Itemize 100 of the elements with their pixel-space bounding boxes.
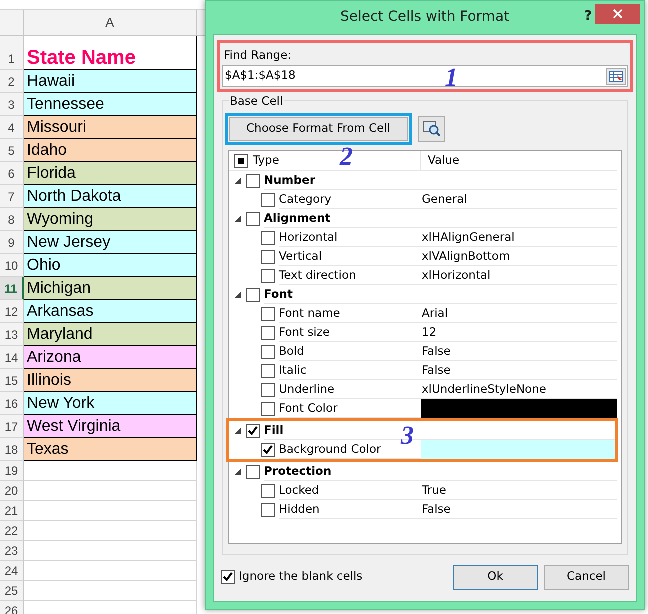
preview-button[interactable] [418,116,445,142]
expand-arrow-icon[interactable] [235,216,241,222]
checkbox[interactable] [246,212,260,226]
row-number[interactable]: 10 [0,254,24,277]
tree-group-label[interactable]: Number [264,171,316,189]
table-cell: Texas [24,438,197,461]
property-value: False [421,342,617,361]
property-value: xlHAlignGeneral [421,228,617,247]
expand-arrow-icon[interactable] [235,468,241,474]
row-number[interactable]: 6 [0,162,24,185]
column-header[interactable]: Type [253,152,280,170]
checkbox[interactable] [261,268,275,282]
row-number[interactable]: 1 [0,36,24,70]
tree-group-label[interactable]: Fill [264,421,284,439]
property-value: xlVAlignBottom [421,247,617,266]
row-number[interactable]: 9 [0,231,24,254]
row-number[interactable]: 22 [0,521,24,541]
checkbox[interactable] [261,250,275,264]
row-number[interactable]: 15 [0,369,24,392]
row-number[interactable]: 21 [0,501,24,521]
tree-group-label[interactable]: Font [264,285,293,303]
property-label[interactable]: Font size [279,323,421,342]
table-cell: Arizona [24,346,197,369]
property-value: False [421,361,617,380]
window-title: Select Cells with Format [340,8,510,27]
checkbox[interactable] [234,154,248,168]
choose-format-button[interactable]: Choose Format From Cell [229,117,408,141]
field-label: Find Range: [223,47,293,64]
row-number[interactable]: 2 [0,70,24,93]
property-label[interactable]: Italic [279,361,421,380]
row-number[interactable]: 23 [0,541,24,561]
property-label[interactable]: Font name [279,304,421,323]
table-cell: West Virginia [24,415,197,438]
checkbox[interactable] [246,424,260,438]
row-number[interactable]: 3 [0,93,24,116]
checkbox[interactable] [261,442,275,456]
checkbox[interactable] [246,464,260,478]
expand-arrow-icon[interactable] [235,428,241,434]
property-label[interactable]: Hidden [279,500,421,519]
checkbox[interactable] [261,306,275,320]
range-select-icon [609,70,623,82]
checkbox[interactable] [221,570,235,584]
table-cell: North Dakota [24,185,197,208]
property-label[interactable]: Horizontal [279,228,421,247]
row-number[interactable]: 13 [0,323,24,346]
property-value: 12 [421,323,617,342]
property-value: True [421,481,617,500]
table-cell: New Jersey [24,231,197,254]
expand-arrow-icon[interactable] [235,292,241,298]
help-button[interactable]: ? [584,7,592,26]
dialog-button[interactable]: Ok [453,564,538,590]
tree-group-label[interactable]: Protection [264,462,332,480]
row-number[interactable]: 11 [0,277,24,300]
range-picker-button[interactable] [606,68,626,84]
property-label[interactable]: Underline [279,380,421,399]
property-label[interactable]: Locked [279,481,421,500]
checkbox[interactable] [261,344,275,358]
row-number[interactable]: 25 [0,581,24,601]
row-number[interactable]: 18 [0,438,24,461]
expand-arrow-icon[interactable] [235,178,241,184]
row-number[interactable]: 24 [0,561,24,581]
row-number[interactable]: 7 [0,185,24,208]
checkbox[interactable] [261,326,275,340]
annotation-number: 2 [340,144,353,170]
table-cell: Florida [24,162,197,185]
property-value: False [421,500,617,519]
checkbox[interactable] [261,484,275,498]
checkbox[interactable] [261,382,275,396]
checkbox-label[interactable]: Ignore the blank cells [239,568,447,586]
magnifier-icon [422,121,440,137]
checkbox[interactable] [261,364,275,378]
property-label[interactable]: Bold [279,342,421,361]
row-number[interactable]: 12 [0,300,24,323]
dialog-button[interactable]: Cancel [544,564,629,590]
table-cell: Ohio [24,254,197,277]
tree-group-label[interactable]: Alignment [264,209,331,227]
row-number[interactable]: 20 [0,481,24,501]
property-value: General [421,190,617,209]
row-number[interactable]: 17 [0,415,24,438]
table-cell: Wyoming [24,208,197,231]
row-number[interactable]: 8 [0,208,24,231]
checkbox[interactable] [246,174,260,188]
column-header[interactable]: Value [421,151,460,170]
row-number[interactable]: 19 [0,461,24,481]
checkbox[interactable] [261,402,275,416]
row-number[interactable]: 14 [0,346,24,369]
property-label[interactable]: Text direction [279,266,421,285]
table-cell: Missouri [24,116,197,139]
close-button[interactable] [595,4,640,24]
property-value: xlHorizontal [421,266,617,285]
property-label[interactable]: Vertical [279,247,421,266]
row-number[interactable]: 5 [0,139,24,162]
property-label[interactable]: Category [279,190,421,209]
checkbox[interactable] [246,288,260,302]
row-number[interactable]: 16 [0,392,24,415]
property-value: Arial [421,304,617,323]
checkbox[interactable] [261,502,275,516]
row-number[interactable]: 4 [0,116,24,139]
checkbox[interactable] [261,230,275,244]
checkbox[interactable] [261,192,275,206]
